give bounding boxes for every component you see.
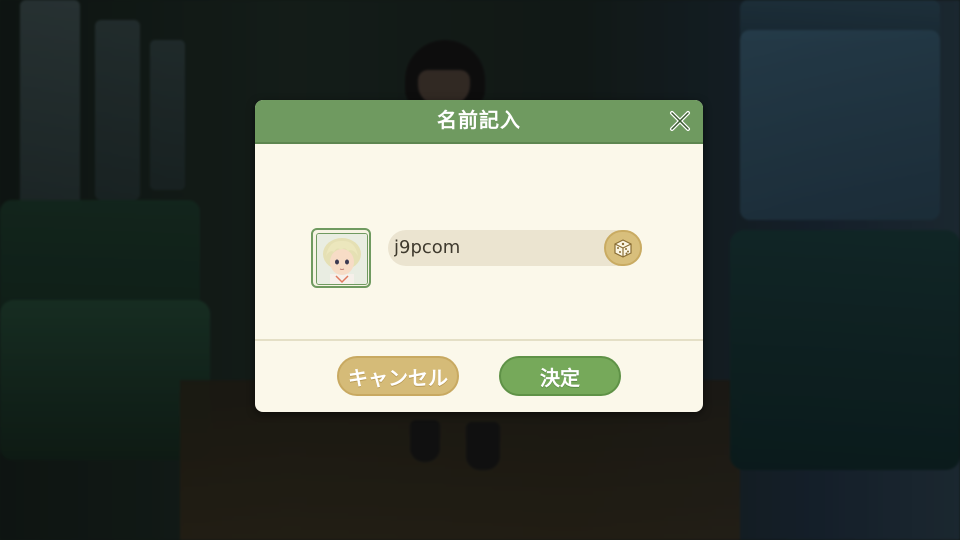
random-name-button[interactable] bbox=[604, 230, 642, 266]
dialog-header: 名前記入 bbox=[255, 100, 703, 144]
character-portrait bbox=[316, 233, 368, 285]
dice-icon bbox=[614, 239, 632, 258]
character-avatar bbox=[311, 228, 371, 288]
dialog-title: 名前記入 bbox=[437, 108, 521, 132]
game-scene: 名前記入 j9pcom キャンセル 決定 bbox=[0, 0, 960, 540]
close-icon bbox=[670, 111, 690, 131]
cancel-button[interactable]: キャンセル bbox=[337, 356, 459, 396]
divider bbox=[255, 339, 703, 341]
close-button[interactable] bbox=[667, 108, 693, 134]
name-input[interactable] bbox=[394, 230, 594, 265]
confirm-button[interactable]: 決定 bbox=[499, 356, 621, 396]
name-entry-dialog: 名前記入 j9pcom キャンセル 決定 bbox=[255, 100, 703, 412]
